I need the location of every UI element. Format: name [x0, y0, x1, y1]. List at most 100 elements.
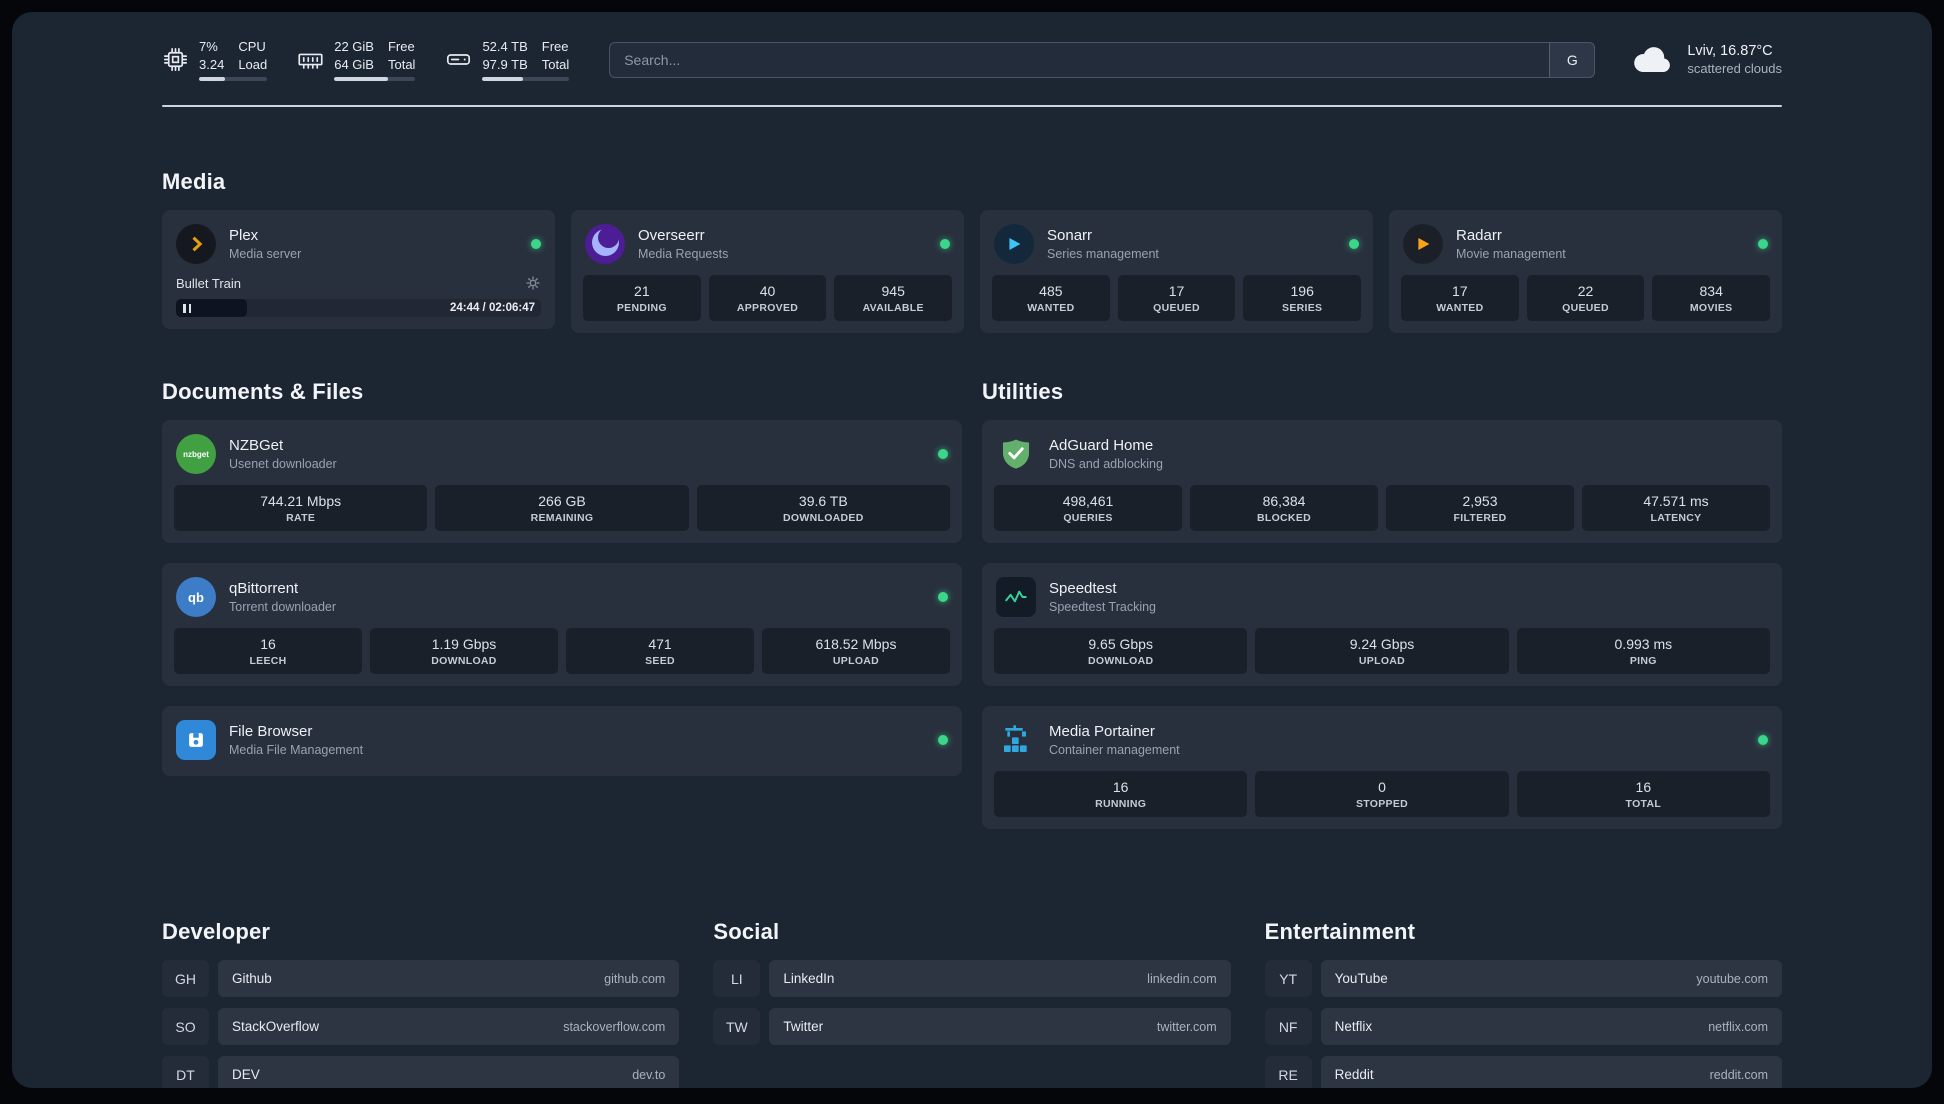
section-media: Media Plex Media server Bullet Train 24:… [162, 169, 1782, 334]
gear-icon[interactable] [525, 275, 541, 291]
section-title-documents: Documents & Files [162, 379, 364, 405]
bookmark-link-github[interactable]: Github github.com [218, 960, 680, 998]
cpu-progress-bar [199, 77, 268, 82]
search-input[interactable] [609, 41, 1596, 78]
service-card-overseerr[interactable]: Overseerr Media Requests 21 PENDING 40 APP… [571, 210, 964, 334]
section-documents: Documents & Files nzbget NZBGet Usenet d… [162, 379, 962, 796]
service-card-speedtest[interactable]: Speedtest Speedtest Tracking 9.65 Gbps DO… [982, 563, 1782, 687]
stat-tile: 39.6 TB DOWNLOADED [696, 485, 950, 532]
dashboard-content: 7% 3.24 CPU Load 22 GiB 64 GiB Free Tota… [12, 12, 1932, 1088]
stat-tile: 266 GB REMAINING [435, 485, 689, 532]
qbittorrent-icon: qb [176, 577, 216, 618]
service-desc: Movie management [1456, 247, 1566, 262]
service-card-sonarr[interactable]: Sonarr Series management 485 WANTED 17 QUE… [980, 210, 1373, 334]
section-title-media: Media [162, 169, 226, 195]
status-dot [1758, 735, 1768, 746]
section-title-entertainment: Entertainment [1264, 919, 1416, 945]
bookmark-link-netflix[interactable]: Netflix netflix.com [1320, 1008, 1782, 1046]
service-card-qbittorrent[interactable]: qb qBittorrent Torrent downloader 16 LEEC… [162, 563, 962, 687]
service-desc: Speedtest Tracking [1049, 600, 1157, 615]
top-bar: 7% 3.24 CPU Load 22 GiB 64 GiB Free Tota… [162, 38, 1782, 82]
weather-condition: scattered clouds [1687, 61, 1782, 77]
bookmark-link-dev[interactable]: DEV dev.to [218, 1056, 680, 1088]
service-name: File Browser [229, 723, 313, 741]
service-desc: Media File Management [229, 743, 364, 758]
stat-tile: 17 QUEUED [1117, 275, 1236, 322]
service-desc: Usenet downloader [229, 457, 337, 472]
stat-tile: 16 TOTAL [1516, 771, 1770, 818]
status-dot [938, 449, 948, 460]
bookmark-link-youtube[interactable]: YouTube youtube.com [1320, 960, 1782, 998]
memory-widget: 22 GiB 64 GiB Free Total [297, 38, 416, 82]
stat-tile: 47.571 ms LATENCY [1582, 485, 1770, 532]
hardware-widgets: 7% 3.24 CPU Load 22 GiB 64 GiB Free Tota… [162, 38, 570, 82]
stat-tile: 16 LEECH [174, 628, 362, 675]
cpu-icon [163, 48, 188, 72]
disk-widget: 52.4 TB 97.9 TB Free Total [445, 38, 570, 82]
dashboard-panel: 7% 3.24 CPU Load 22 GiB 64 GiB Free Tota… [12, 12, 1932, 1088]
memory-progress-bar [334, 77, 416, 82]
status-dot [938, 592, 948, 603]
bookmark-row: YT YouTube youtube.com [1265, 960, 1782, 998]
plex-icon [176, 224, 216, 265]
service-name: NZBGet [229, 437, 284, 455]
filebrowser-icon [176, 720, 216, 761]
service-name: Plex [229, 227, 259, 245]
bookmark-row: SO StackOverflow stackoverflow.com [162, 1008, 680, 1046]
topbar-divider [162, 105, 1782, 108]
stat-tile: 744.21 Mbps RATE [174, 485, 428, 532]
service-card-adguard[interactable]: AdGuard Home DNS and adblocking 498,461 Q… [982, 420, 1782, 544]
service-card-radarr[interactable]: Radarr Movie management 17 WANTED 22 QUEUE… [1389, 210, 1782, 334]
stat-tile: 196 SERIES [1243, 275, 1362, 322]
disk-free-label: Free [541, 39, 569, 54]
pause-icon [183, 303, 192, 313]
bookmark-link-reddit[interactable]: Reddit reddit.com [1320, 1056, 1782, 1088]
stat-tile: 86,384 BLOCKED [1190, 485, 1378, 532]
status-dot [940, 239, 950, 250]
service-desc: Series management [1047, 247, 1159, 262]
status-dot [531, 239, 541, 250]
nzbget-icon: nzbget [176, 434, 216, 475]
service-desc: DNS and adblocking [1049, 457, 1163, 472]
service-card-nzbget[interactable]: nzbget NZBGet Usenet downloader 744.21 M… [162, 420, 962, 544]
bookmark-abbr: NF [1265, 1008, 1312, 1045]
bookmark-abbr: GH [162, 960, 209, 997]
search-provider-button[interactable]: G [1549, 41, 1596, 78]
sonarr-icon [994, 224, 1034, 265]
stat-tile: 22 QUEUED [1526, 275, 1645, 322]
bookmark-row: NF Netflix netflix.com [1265, 1008, 1782, 1046]
playback-progress: 24:44 / 02:06:47 [176, 299, 541, 318]
bookmark-abbr: SO [162, 1008, 209, 1045]
service-card-portainer[interactable]: Media Portainer Container management 16 R… [982, 706, 1782, 830]
stat-tile: 9.24 Gbps UPLOAD [1255, 628, 1509, 675]
service-name: Radarr [1456, 227, 1502, 245]
service-name: qBittorrent [229, 580, 299, 598]
pause-button[interactable] [176, 299, 248, 318]
disk-progress-bar [482, 77, 570, 82]
service-name: AdGuard Home [1049, 437, 1154, 455]
disk-free-value: 52.4 TB [482, 39, 528, 54]
bookmark-link-stackoverflow[interactable]: StackOverflow stackoverflow.com [218, 1008, 680, 1046]
bookmark-link-twitter[interactable]: Twitter twitter.com [769, 1008, 1231, 1046]
service-card-plex[interactable]: Plex Media server Bullet Train 24:44 / 0… [162, 210, 555, 330]
service-desc: Container management [1049, 743, 1180, 758]
bookmark-link-linkedin[interactable]: LinkedIn linkedin.com [769, 960, 1231, 998]
status-dot [1758, 239, 1768, 250]
stat-tile: 0.993 ms PING [1516, 628, 1770, 675]
stat-tile: 40 APPROVED [708, 275, 827, 322]
service-desc: Media Requests [638, 247, 729, 262]
overseerr-icon [585, 224, 625, 265]
disk-icon [447, 54, 471, 65]
bookmark-row: TW Twitter twitter.com [713, 1008, 1231, 1046]
memory-free-label: Free [387, 39, 415, 54]
section-title-developer: Developer [162, 919, 271, 945]
section-title-utilities: Utilities [982, 379, 1064, 405]
stat-tile: 9.65 Gbps DOWNLOAD [994, 628, 1248, 675]
service-card-filebrowser[interactable]: File Browser Media File Management [162, 706, 962, 777]
bookmark-row: RE Reddit reddit.com [1265, 1056, 1782, 1088]
service-desc: Torrent downloader [229, 600, 337, 615]
stat-tile: 834 MOVIES [1652, 275, 1771, 322]
section-utilities: Utilities AdGuard Home DNS and adblockin… [982, 379, 1782, 849]
cpu-usage-value: 7% [199, 39, 218, 54]
bookmarks-area: Developer GH Github github.com SO StackO… [162, 919, 1782, 1088]
